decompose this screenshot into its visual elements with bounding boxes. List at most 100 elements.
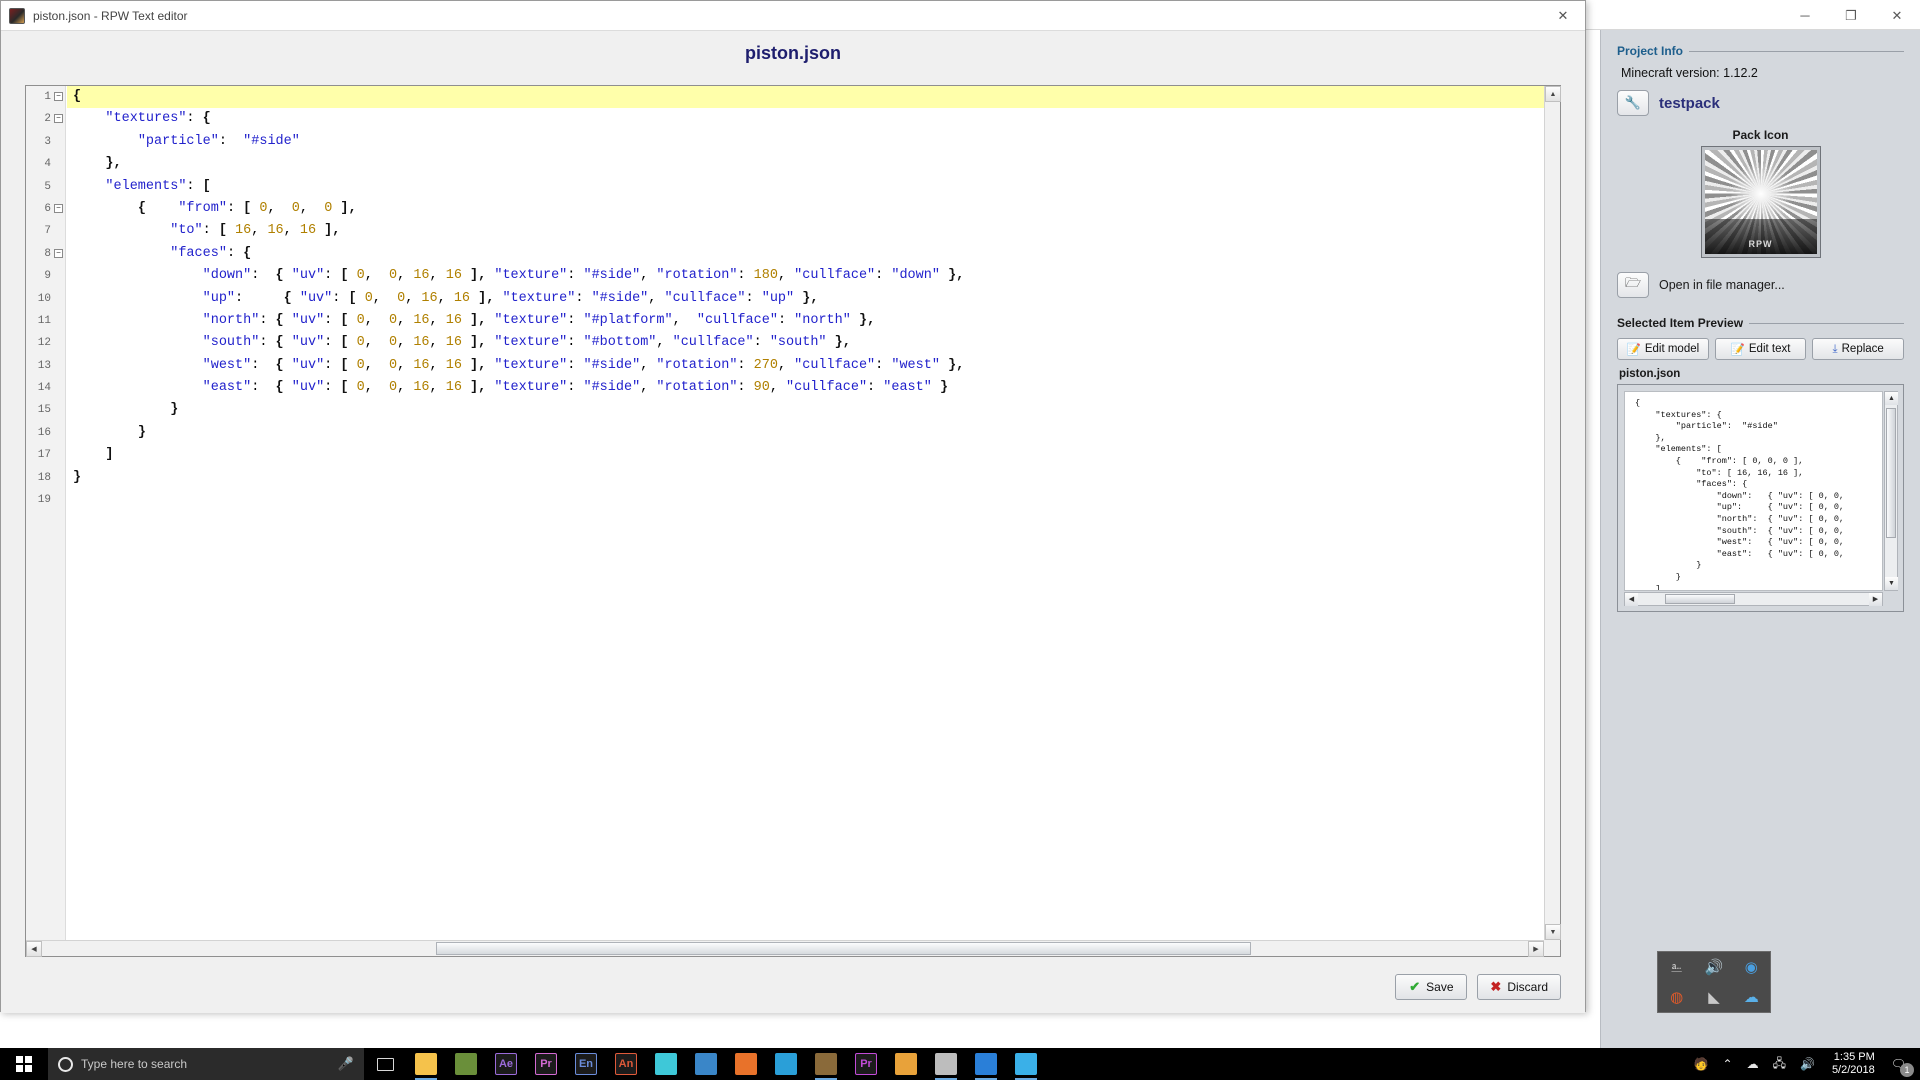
code-line[interactable]: { "from": [ 0, 0, 0 ], bbox=[67, 198, 1544, 220]
code-token: : bbox=[251, 380, 276, 396]
start-button[interactable] bbox=[0, 1048, 48, 1080]
scroll-left-icon[interactable]: ◀ bbox=[1625, 592, 1638, 606]
code-token: , bbox=[648, 290, 665, 306]
desktop-root: ─ ❐ ✕ Project Info Minecraft version: 1.… bbox=[0, 0, 1920, 1080]
code-line[interactable]: ] bbox=[67, 444, 1544, 466]
taskbar-item-encoder[interactable]: En bbox=[566, 1048, 606, 1080]
code-token: "cullface" bbox=[672, 335, 754, 351]
code-text-area[interactable]: { "textures": { "particle": "#side" }, "… bbox=[67, 86, 1544, 940]
code-line[interactable]: "up": { "uv": [ 0, 0, 16, 16 ], "texture… bbox=[67, 288, 1544, 310]
scroll-right-icon[interactable]: ▶ bbox=[1528, 941, 1544, 957]
code-line[interactable]: "south": { "uv": [ 0, 0, 16, 16 ], "text… bbox=[67, 332, 1544, 354]
cloud-icon[interactable]: ☁ bbox=[1740, 1048, 1766, 1080]
taskbar-item-animate[interactable]: An bbox=[606, 1048, 646, 1080]
taskbar-item-kodi[interactable] bbox=[686, 1048, 726, 1080]
scroll-right-icon[interactable]: ▶ bbox=[1869, 592, 1882, 606]
code-token: : bbox=[737, 268, 754, 284]
nvidia-icon[interactable]: ◣ bbox=[1708, 990, 1720, 1005]
scroll-down-icon[interactable]: ▼ bbox=[1885, 577, 1898, 590]
code-line[interactable]: { bbox=[67, 86, 1544, 109]
scroll-up-icon[interactable]: ▲ bbox=[1545, 86, 1561, 102]
code-line[interactable]: "west": { "uv": [ 0, 0, 16, 16 ], "textu… bbox=[67, 355, 1544, 377]
drive-icon[interactable]: ◍ bbox=[1670, 990, 1683, 1005]
network-icon[interactable]: 🖧 bbox=[1766, 1048, 1793, 1080]
maximize-button[interactable]: ❐ bbox=[1828, 0, 1874, 30]
editor-vertical-scrollbar[interactable]: ▲ ▼ bbox=[1544, 86, 1561, 940]
taskbar-item-brackets[interactable] bbox=[1006, 1048, 1046, 1080]
taskbar-item-obs-studio[interactable] bbox=[926, 1048, 966, 1080]
fold-toggle-icon[interactable]: − bbox=[54, 203, 63, 213]
code-token: [ bbox=[348, 290, 357, 306]
save-button[interactable]: ✔ Save bbox=[1395, 974, 1468, 1000]
code-line[interactable]: "particle": "#side" bbox=[67, 131, 1544, 153]
edit-text-button[interactable]: 📝 Edit text bbox=[1714, 338, 1807, 360]
minimize-button[interactable]: ─ bbox=[1782, 0, 1828, 30]
code-line[interactable]: }, bbox=[67, 153, 1544, 175]
taskbar-item-minecraft[interactable] bbox=[446, 1048, 486, 1080]
code-token: , bbox=[283, 223, 300, 239]
code-line[interactable]: "elements": [ bbox=[67, 176, 1544, 198]
code-token: : bbox=[324, 357, 341, 373]
close-button[interactable]: ✕ bbox=[1874, 0, 1920, 30]
discard-button[interactable]: ✖ Discard bbox=[1477, 974, 1561, 1000]
code-token: , bbox=[777, 357, 795, 373]
edit-model-button[interactable]: 📝 Edit model bbox=[1617, 338, 1709, 360]
microphone-icon[interactable]: 🎤 bbox=[338, 1056, 354, 1072]
taskbar-item-rpw-editor[interactable] bbox=[966, 1048, 1006, 1080]
usb-eject-icon[interactable]: ⎁ bbox=[1671, 960, 1683, 975]
onedrive-icon[interactable]: ☁ bbox=[1744, 990, 1759, 1005]
task-view-button[interactable] bbox=[364, 1048, 406, 1080]
code-token: , bbox=[299, 200, 325, 216]
steam-icon[interactable]: ◉ bbox=[1745, 960, 1758, 975]
scrollbar-thumb[interactable] bbox=[1886, 408, 1896, 538]
scroll-left-icon[interactable]: ◀ bbox=[26, 941, 42, 957]
editor-titlebar[interactable]: piston.json - RPW Text editor ✕ bbox=[1, 1, 1585, 31]
code-line[interactable] bbox=[67, 489, 1544, 511]
code-line[interactable]: } bbox=[67, 399, 1544, 421]
code-line[interactable]: "east": { "uv": [ 0, 0, 16, 16 ], "textu… bbox=[67, 377, 1544, 399]
taskbar-item-minecraft-alt[interactable] bbox=[806, 1048, 846, 1080]
preview-vertical-scrollbar[interactable]: ▲ ▼ bbox=[1884, 391, 1898, 591]
taskbar-item-fl-studio[interactable] bbox=[886, 1048, 926, 1080]
scroll-up-icon[interactable]: ▲ bbox=[1885, 392, 1898, 405]
taskbar-item-premiere-alt[interactable]: Pr bbox=[846, 1048, 886, 1080]
replace-button[interactable]: ⤓ Replace bbox=[1812, 338, 1905, 360]
code-line[interactable]: "faces": { bbox=[67, 243, 1544, 265]
taskbar-item-file-explorer[interactable] bbox=[406, 1048, 446, 1080]
scroll-down-icon[interactable]: ▼ bbox=[1545, 924, 1561, 940]
taskbar-item-display-tool[interactable] bbox=[766, 1048, 806, 1080]
speaker-icon[interactable]: 🔊 bbox=[1793, 1048, 1822, 1080]
chevron-up-icon[interactable]: ⌃ bbox=[1716, 1048, 1740, 1080]
search-box[interactable]: Type here to search 🎤 bbox=[48, 1048, 364, 1080]
fold-toggle-icon[interactable]: − bbox=[54, 92, 63, 101]
people-icon[interactable]: 🧑 bbox=[1687, 1048, 1716, 1080]
kodi-icon bbox=[695, 1053, 717, 1075]
code-line[interactable]: } bbox=[67, 422, 1544, 444]
fold-toggle-icon[interactable]: − bbox=[54, 114, 63, 124]
preview-horizontal-scrollbar[interactable]: ◀ ▶ bbox=[1624, 592, 1883, 606]
scrollbar-thumb[interactable] bbox=[1665, 594, 1735, 604]
fold-toggle-icon[interactable]: − bbox=[54, 248, 63, 258]
volume-icon[interactable]: 🔊 bbox=[1705, 960, 1724, 975]
code-line[interactable]: "to": [ 16, 16, 16 ], bbox=[67, 220, 1544, 242]
scrollbar-thumb[interactable] bbox=[436, 942, 1251, 955]
notification-center-button[interactable]: 🗨 1 bbox=[1885, 1048, 1918, 1080]
taskbar-item-firefox[interactable] bbox=[726, 1048, 766, 1080]
pack-icon-frame[interactable]: RPW bbox=[1700, 146, 1821, 258]
taskbar-item-video-editor[interactable] bbox=[646, 1048, 686, 1080]
taskbar-item-after-effects[interactable]: Ae bbox=[486, 1048, 526, 1080]
code-token: { bbox=[275, 335, 284, 351]
pack-settings-button[interactable]: 🔧 bbox=[1617, 90, 1649, 116]
open-in-file-manager-button[interactable]: 🗁 bbox=[1617, 272, 1649, 298]
clock[interactable]: 1:35 PM 5/2/2018 bbox=[1822, 1048, 1885, 1080]
text-editor-window: piston.json - RPW Text editor ✕ piston.j… bbox=[0, 0, 1586, 1013]
code-line[interactable]: "down": { "uv": [ 0, 0, 16, 16 ], "textu… bbox=[67, 265, 1544, 287]
code-line[interactable]: } bbox=[67, 467, 1544, 489]
save-label: Save bbox=[1426, 980, 1454, 994]
code-line[interactable]: "textures": { bbox=[67, 108, 1544, 130]
taskbar-item-premiere-pro[interactable]: Pr bbox=[526, 1048, 566, 1080]
editor-close-button[interactable]: ✕ bbox=[1541, 1, 1585, 31]
code-line[interactable]: "north": { "uv": [ 0, 0, 16, 16 ], "text… bbox=[67, 310, 1544, 332]
editor-horizontal-scrollbar[interactable]: ◀ ▶ bbox=[26, 940, 1544, 957]
